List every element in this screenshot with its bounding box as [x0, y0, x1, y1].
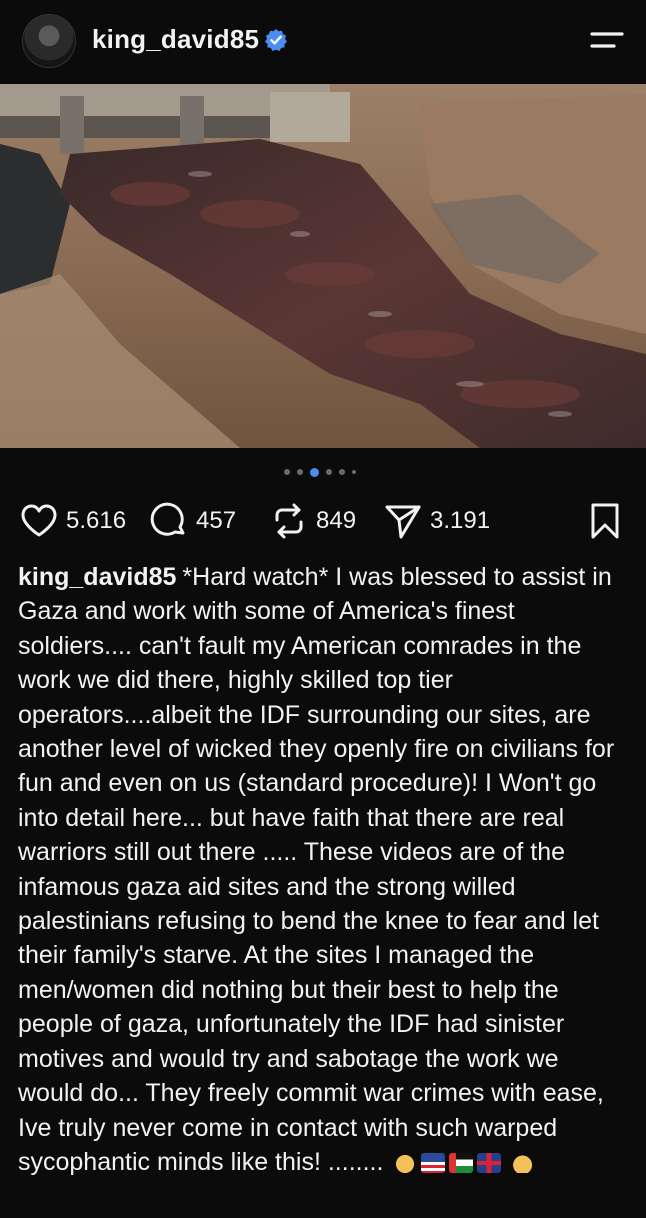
repost-button[interactable]: 849 — [270, 500, 356, 542]
bookmark-icon — [591, 503, 619, 539]
menu-icon[interactable] — [588, 28, 626, 52]
like-button[interactable]: 5.616 — [20, 500, 126, 542]
carousel-indicator — [284, 466, 356, 478]
send-icon — [385, 505, 421, 539]
post-photo — [0, 84, 646, 448]
comment-icon — [150, 502, 185, 536]
like-count: 5.616 — [66, 507, 127, 534]
heart-icon — [21, 504, 57, 537]
repost-icon — [275, 503, 303, 539]
caption-text: *Hard watch* I was blessed to assist in … — [18, 563, 615, 1176]
avatar[interactable] — [22, 14, 76, 68]
username[interactable]: king_david85 — [92, 24, 259, 55]
post-caption: king_david85 *Hard watch* I was blessed t… — [18, 560, 630, 1179]
us-flag-emoji — [421, 1153, 446, 1174]
caption-author[interactable]: king_david85 — [18, 563, 176, 591]
verified-badge-icon — [265, 29, 287, 51]
post-media[interactable] — [0, 84, 646, 448]
caption-emojis — [393, 1153, 538, 1174]
uk-flag-emoji — [477, 1153, 502, 1174]
post-header: king_david85 — [0, 0, 646, 82]
fist-emoji — [393, 1153, 418, 1174]
share-count: 3.191 — [430, 507, 491, 534]
carousel-dot — [339, 469, 345, 475]
carousel-dot-active — [310, 467, 319, 477]
repost-count: 849 — [316, 507, 357, 534]
comment-count: 457 — [196, 507, 237, 534]
action-bar: 5.616 457 849 3.191 — [18, 500, 628, 542]
flexed-biceps-emoji — [513, 1153, 538, 1174]
carousel-dot — [326, 469, 332, 475]
carousel-dot — [297, 469, 303, 475]
palestine-flag-emoji — [449, 1153, 474, 1174]
carousel-dot — [352, 470, 356, 474]
share-button[interactable]: 3.191 — [384, 500, 490, 542]
save-button[interactable] — [588, 500, 622, 542]
carousel-dot — [284, 469, 290, 475]
comment-button[interactable]: 457 — [150, 500, 236, 542]
